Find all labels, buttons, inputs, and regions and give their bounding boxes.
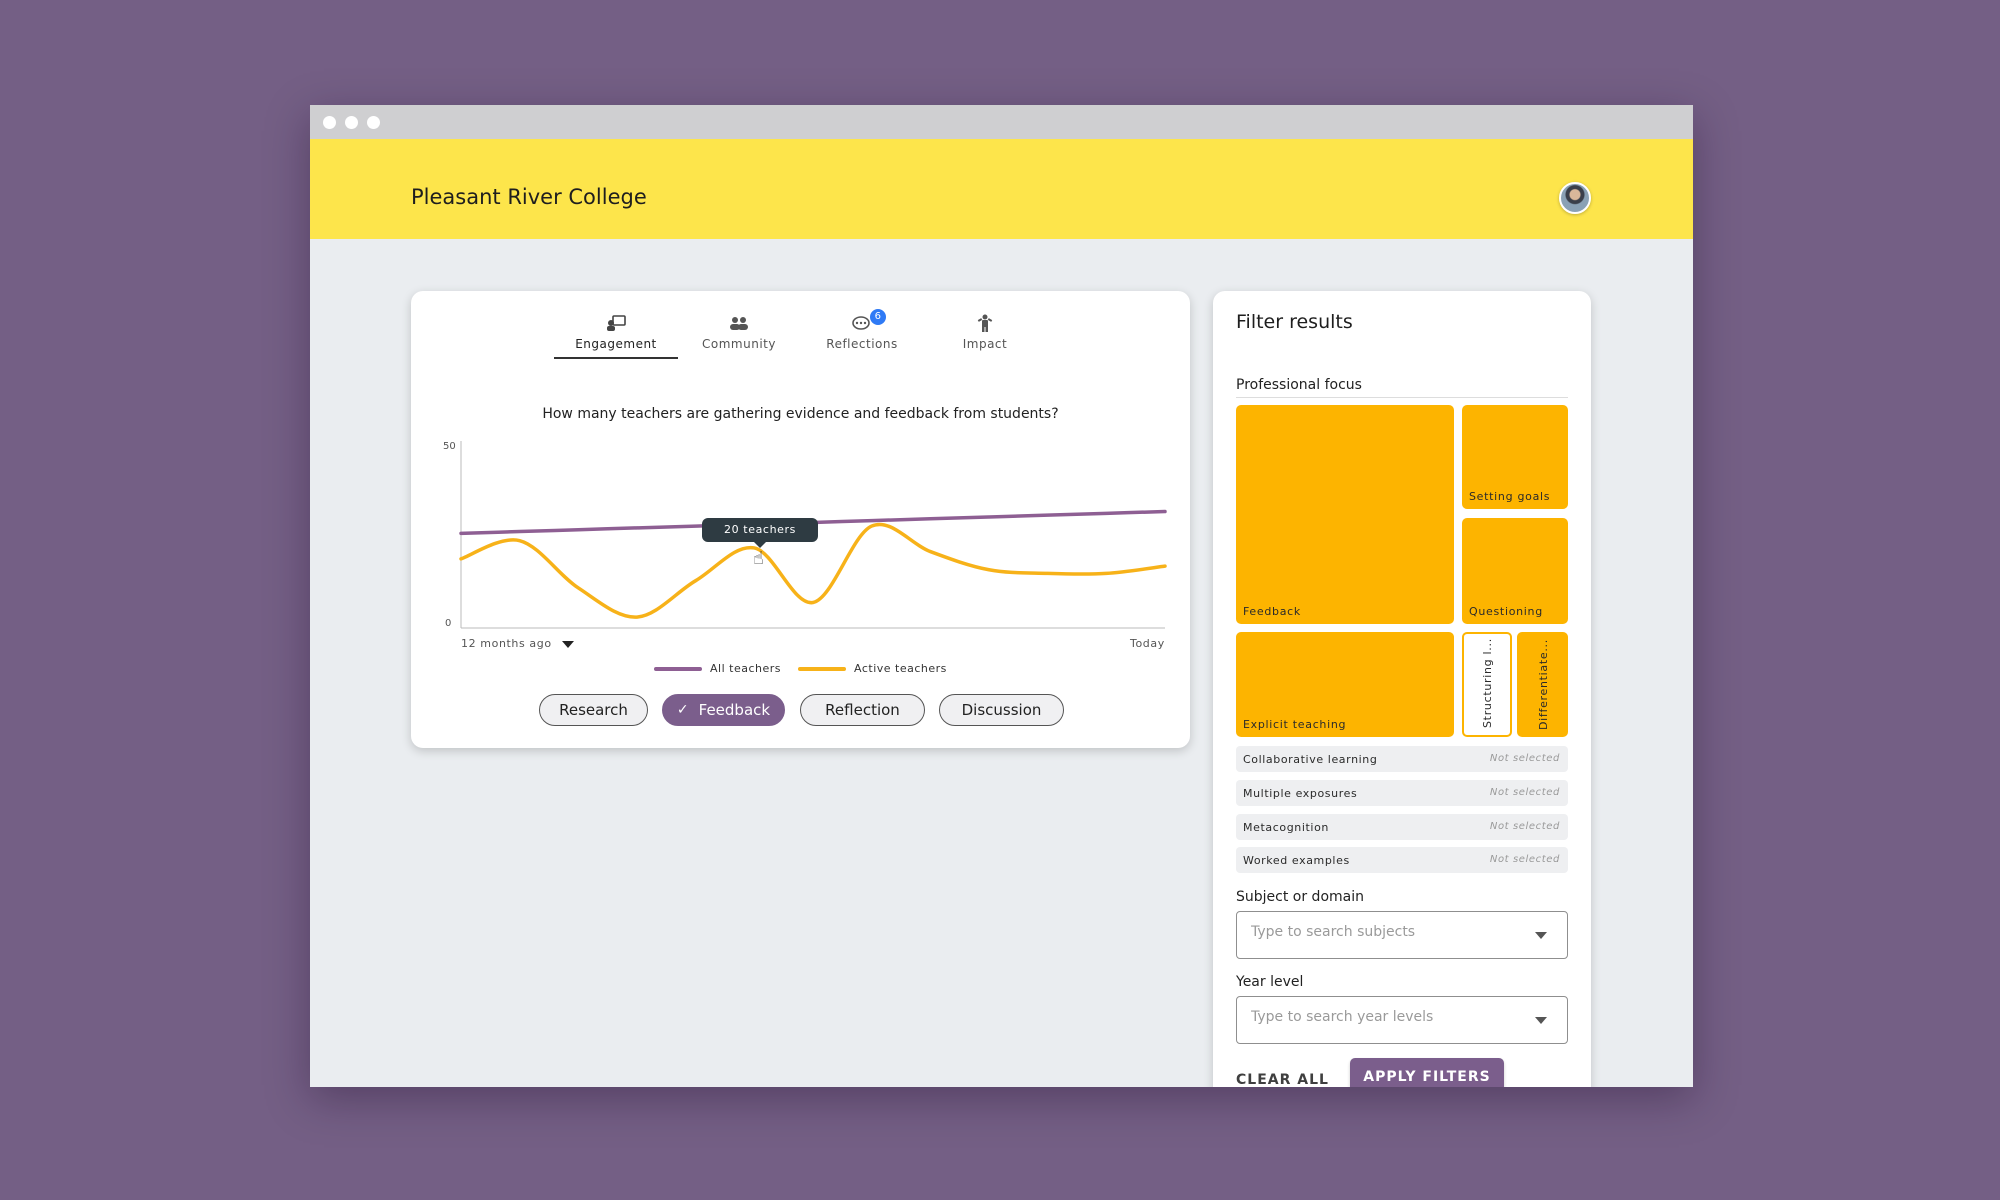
row-label: Multiple exposures <box>1243 787 1358 800</box>
subject-search-input[interactable] <box>1251 924 1511 940</box>
focus-row-worked-examples[interactable]: Worked examples Not selected <box>1236 847 1568 873</box>
app-title: Pleasant River College <box>411 185 647 209</box>
caret-down-icon <box>561 640 574 648</box>
svg-text:Structuring l...: Structuring l... <box>1481 638 1494 728</box>
legend-active-teachers: Active teachers <box>798 662 947 675</box>
tile-questioning[interactable]: Questioning <box>1462 518 1568 624</box>
filter-panel: Filter results Professional focus Feedba… <box>1213 291 1591 1087</box>
engagement-card: Engagement Community Reflections 6 Impac… <box>411 291 1190 748</box>
year-level-select[interactable] <box>1236 996 1568 1044</box>
chevron-down-icon[interactable] <box>1535 1017 1547 1024</box>
focus-row-collaborative-learning[interactable]: Collaborative learning Not selected <box>1236 746 1568 772</box>
filter-title: Filter results <box>1236 311 1353 333</box>
legend-label: All teachers <box>710 662 781 675</box>
chart-tooltip: 20 teachers <box>702 518 818 548</box>
tile-label: Explicit teaching <box>1243 718 1347 731</box>
row-label: Metacognition <box>1243 821 1329 834</box>
window-minimize-dot[interactable] <box>345 116 358 129</box>
tile-label: Feedback <box>1243 605 1301 618</box>
clear-all-button[interactable]: CLEAR ALL <box>1236 1072 1329 1087</box>
tile-vertical-label: Structuring l... <box>1481 638 1494 728</box>
y-axis-max-label: 50 <box>443 441 456 452</box>
pill-label: Feedback <box>698 701 771 719</box>
y-axis-min-label: 0 <box>445 618 452 629</box>
tile-setting-goals[interactable]: Setting goals <box>1462 405 1568 509</box>
legend-all-teachers: All teachers <box>654 662 781 675</box>
window-maximize-dot[interactable] <box>367 116 380 129</box>
chevron-down-icon[interactable] <box>1535 932 1547 939</box>
row-label: Worked examples <box>1243 854 1350 867</box>
tile-feedback[interactable]: Feedback <box>1236 405 1454 624</box>
pill-label: Reflection <box>825 701 900 719</box>
pill-discussion[interactable]: Discussion <box>939 694 1064 726</box>
tile-vertical-label: Differentiate... <box>1537 639 1550 730</box>
pointer-hand-icon: ☝ <box>753 548 764 569</box>
focus-row-multiple-exposures[interactable]: Multiple exposures Not selected <box>1236 780 1568 806</box>
professional-focus-heading: Professional focus <box>1236 377 1362 393</box>
legend-swatch-orange <box>798 666 846 671</box>
row-status: Not selected <box>1489 854 1560 865</box>
x-end-label: Today <box>1130 637 1165 650</box>
pill-feedback[interactable]: ✓ Feedback <box>662 694 785 726</box>
x-range-selector[interactable]: 12 months ago <box>461 637 574 650</box>
row-status: Not selected <box>1489 753 1560 764</box>
row-status: Not selected <box>1489 821 1560 832</box>
apply-filters-button[interactable]: APPLY FILTERS <box>1350 1058 1504 1087</box>
pill-reflection[interactable]: Reflection <box>800 694 925 726</box>
focus-row-metacognition[interactable]: Metacognition Not selected <box>1236 814 1568 840</box>
legend-label: Active teachers <box>854 662 947 675</box>
pill-label: Discussion <box>961 701 1042 719</box>
row-label: Collaborative learning <box>1243 753 1378 766</box>
pill-label: Research <box>559 701 628 719</box>
window-close-dot[interactable] <box>323 116 336 129</box>
tile-explicit-teaching[interactable]: Explicit teaching <box>1236 632 1454 737</box>
tile-differentiate[interactable]: Differentiate... <box>1517 632 1568 737</box>
browser-window: Pleasant River College Engagement Commun… <box>310 105 1693 1087</box>
subject-select[interactable] <box>1236 911 1568 959</box>
tile-label: Setting goals <box>1469 490 1551 503</box>
x-start-label: 12 months ago <box>461 637 552 650</box>
pill-research[interactable]: Research <box>539 694 648 726</box>
subject-label: Subject or domain <box>1236 889 1364 905</box>
svg-text:Differentiate...: Differentiate... <box>1537 639 1550 730</box>
user-avatar[interactable] <box>1559 182 1591 214</box>
check-icon: ✓ <box>676 702 689 718</box>
tile-label: Questioning <box>1469 605 1543 618</box>
year-level-search-input[interactable] <box>1251 1009 1511 1025</box>
divider <box>1236 397 1568 398</box>
tile-structuring-learning[interactable]: Structuring l... <box>1462 632 1512 737</box>
row-status: Not selected <box>1489 787 1560 798</box>
title-bar <box>310 105 1693 139</box>
header-banner: Pleasant River College <box>310 139 1693 239</box>
year-level-label: Year level <box>1236 974 1304 990</box>
legend-swatch-purple <box>654 666 702 671</box>
